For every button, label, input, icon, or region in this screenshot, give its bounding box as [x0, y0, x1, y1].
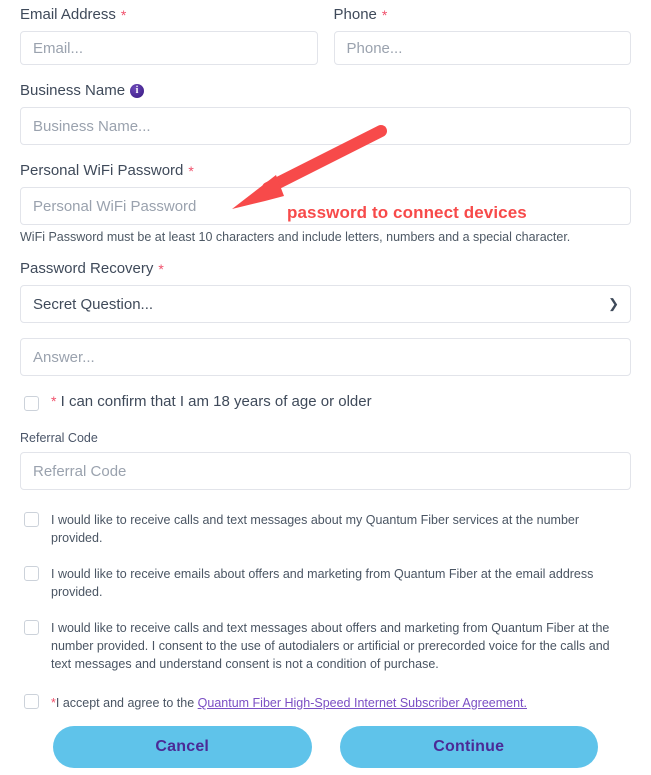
phone-input[interactable]: [333, 31, 631, 65]
form-actions: Cancel Continue: [20, 725, 631, 768]
wifi-password-label: Personal WiFi Password *: [20, 163, 631, 178]
business-name-label: Business Name: [20, 83, 631, 98]
email-label: Email Address *: [20, 7, 318, 22]
email-required-asterisk: *: [120, 6, 127, 23]
consent-calls-marketing-label: I would like to receive calls and text m…: [51, 620, 610, 671]
agreement-prefix-text: I accept and agree to the: [55, 695, 198, 710]
phone-label-text: Phone: [333, 6, 377, 23]
wifi-password-input-wrap: [20, 187, 631, 225]
consent-row-3: I would like to receive calls and text m…: [20, 619, 631, 673]
age-confirm-checkbox[interactable]: [24, 396, 39, 411]
wifi-password-helper-text: WiFi Password must be at least 10 charac…: [20, 230, 571, 244]
email-label-text: Email Address: [20, 6, 116, 23]
agreement-checkbox[interactable]: [24, 693, 39, 709]
password-recovery-required-asterisk: *: [158, 260, 164, 277]
age-confirm-row: * I can confirm that I am 18 years of ag…: [20, 393, 631, 414]
consent-row-2: I would like to receive emails about off…: [20, 565, 631, 601]
consent-calls-services-checkbox[interactable]: [24, 512, 39, 527]
consent-calls-services-label: I would like to receive calls and text m…: [51, 513, 580, 546]
wifi-password-label-text: Personal WiFi Password: [20, 162, 184, 179]
info-icon[interactable]: [130, 83, 145, 98]
continue-button[interactable]: Continue: [339, 725, 598, 768]
phone-required-asterisk: *: [381, 6, 388, 23]
password-recovery-label: Password Recovery *: [20, 261, 631, 276]
referral-code-input-wrap: [20, 452, 631, 490]
business-name-input-wrap: [20, 107, 631, 145]
age-confirm-required-asterisk: *: [51, 393, 57, 409]
phone-label-col: Phone *: [334, 7, 632, 22]
referral-code-label: Referral Code: [20, 431, 98, 445]
answer-input-wrap: [20, 338, 631, 376]
password-recovery-label-text: Password Recovery: [20, 260, 154, 277]
phone-label: Phone *: [334, 7, 632, 22]
email-input[interactable]: [20, 31, 318, 65]
consent-calls-marketing-checkbox[interactable]: [24, 619, 39, 635]
wifi-password-input[interactable]: [20, 187, 631, 225]
agreement-label: *I accept and agree to the Quantum Fiber…: [51, 695, 527, 711]
business-name-input[interactable]: [20, 107, 631, 145]
phone-input-col: [333, 31, 631, 65]
email-input-col: [20, 31, 318, 65]
email-label-col: Email Address *: [20, 7, 318, 22]
consent-emails-marketing-checkbox[interactable]: [24, 566, 39, 582]
wifi-password-required-asterisk: *: [188, 162, 194, 179]
cancel-button[interactable]: Cancel: [53, 725, 312, 768]
email-phone-input-row: [20, 31, 631, 65]
agreement-row: *I accept and agree to the Quantum Fiber…: [20, 693, 631, 712]
age-confirm-label: * I can confirm that I am 18 years of ag…: [51, 393, 372, 411]
referral-code-input[interactable]: [20, 452, 631, 490]
business-name-label-text: Business Name: [20, 82, 126, 99]
subscriber-agreement-link[interactable]: Quantum Fiber High-Speed Internet Subscr…: [198, 696, 527, 710]
email-phone-label-row: Email Address * Phone *: [20, 0, 631, 22]
secret-question-select[interactable]: Secret Question...: [20, 285, 631, 323]
age-confirm-text: I can confirm that I am 18 years of age …: [60, 393, 372, 410]
signup-form-page: Email Address * Phone * Business Name Pe…: [0, 0, 651, 775]
answer-input[interactable]: [20, 338, 631, 376]
consent-emails-marketing-label: I would like to receive emails about off…: [51, 567, 594, 600]
secret-question-select-wrap: Secret Question... ❯: [20, 285, 631, 323]
consent-row-1: I would like to receive calls and text m…: [20, 511, 631, 547]
